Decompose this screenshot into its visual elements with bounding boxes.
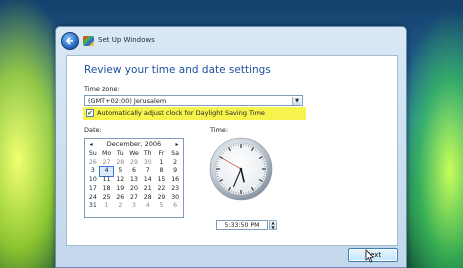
timezone-label: Time zone:	[84, 85, 120, 93]
calendar-day[interactable]: 28	[113, 159, 127, 168]
timezone-select[interactable]: (GMT+02:00) Jerusalem ▼	[84, 95, 303, 106]
calendar-day-of-week: Th	[143, 150, 152, 157]
analog-clock	[209, 137, 273, 201]
dst-label[interactable]: Automatically adjust clock for Daylight …	[97, 109, 265, 117]
calendar-day[interactable]: 20	[127, 185, 141, 194]
timezone-value: (GMT+02:00) Jerusalem	[88, 97, 167, 105]
windows-logo-icon	[83, 36, 94, 46]
calendar-day[interactable]: 22	[155, 185, 169, 194]
time-input[interactable]: 5:33:50 PM	[216, 220, 268, 230]
calendar-day[interactable]: 2	[168, 159, 182, 168]
calendar-day[interactable]: 27	[100, 159, 114, 168]
previous-month-icon[interactable]: ◂	[86, 139, 96, 150]
calendar-day[interactable]: 4	[98, 166, 115, 178]
calendar-day[interactable]: 14	[141, 176, 155, 185]
calendar-month-year: December, 2006	[106, 140, 162, 148]
title-bar: Set Up Windows	[56, 27, 406, 55]
page-heading: Review your time and date settings	[84, 64, 271, 76]
calendar-day[interactable]: 1	[100, 202, 114, 211]
calendar-day[interactable]: 30	[141, 159, 155, 168]
dst-checkbox[interactable]: ✔	[86, 109, 94, 117]
calendar-day[interactable]: 9	[168, 167, 182, 176]
time-label: Time:	[210, 126, 229, 134]
calendar-day[interactable]: 12	[113, 176, 127, 185]
calendar-grid: Su Mo Tu We Th Fr Sa 26 27 28 29 30 1 2 3 4 5 6 7 8 9 10 11 12 1…	[85, 150, 183, 211]
next-month-icon[interactable]: ▸	[172, 139, 182, 150]
chevron-down-icon[interactable]: ▼	[292, 97, 301, 105]
calendar-day[interactable]: 2	[113, 202, 127, 211]
back-arrow-icon	[65, 37, 73, 45]
calendar-day[interactable]: 30	[168, 194, 182, 203]
calendar-day[interactable]: 4	[141, 202, 155, 211]
calendar-day-of-week: Sa	[171, 150, 179, 157]
calendar-day-of-week: Mo	[102, 150, 112, 157]
calendar-day[interactable]: 26	[86, 159, 100, 168]
calendar-day[interactable]: 28	[141, 194, 155, 203]
calendar-day[interactable]: 10	[86, 176, 100, 185]
calendar-day[interactable]: 26	[113, 194, 127, 203]
content-panel: Review your time and date settings Time …	[66, 55, 398, 246]
calendar-day[interactable]: 5	[113, 167, 127, 176]
calendar-day[interactable]: 25	[100, 194, 114, 203]
calendar-day[interactable]: 3	[127, 202, 141, 211]
calendar-day-of-week: Tu	[116, 150, 124, 157]
calendar-day[interactable]: 17	[86, 185, 100, 194]
calendar-day-of-week: We	[129, 150, 139, 157]
back-button[interactable]	[61, 32, 79, 50]
time-spinner[interactable]: ▲ ▼	[269, 220, 277, 230]
calendar-day[interactable]: 16	[168, 176, 182, 185]
window-title: Set Up Windows	[98, 36, 155, 44]
calendar-day[interactable]: 24	[86, 194, 100, 203]
calendar-day[interactable]: 13	[127, 176, 141, 185]
calendar-day[interactable]: 6	[127, 167, 141, 176]
date-label: Date:	[84, 126, 102, 134]
calendar-day[interactable]: 19	[113, 185, 127, 194]
calendar-day[interactable]: 5	[155, 202, 169, 211]
calendar-day[interactable]: 27	[127, 194, 141, 203]
calendar-day[interactable]: 3	[86, 167, 100, 176]
calendar-day[interactable]: 18	[100, 185, 114, 194]
calendar-day[interactable]: 31	[86, 202, 100, 211]
calendar-day[interactable]: 21	[141, 185, 155, 194]
calendar-day[interactable]: 15	[155, 176, 169, 185]
calendar-day-of-week: Fr	[158, 150, 165, 157]
calendar-day[interactable]: 1	[155, 159, 169, 168]
calendar-day[interactable]: 29	[155, 194, 169, 203]
setup-window: Set Up Windows Review your time and date…	[55, 26, 407, 268]
calendar-day[interactable]: 23	[168, 185, 182, 194]
calendar: ◂ December, 2006 ▸ Su Mo Tu We Th Fr Sa 26 27 28 2…	[84, 138, 184, 218]
calendar-day[interactable]: 29	[127, 159, 141, 168]
calendar-day[interactable]: 11	[100, 176, 114, 185]
calendar-day[interactable]: 7	[141, 167, 155, 176]
calendar-day-of-week: Su	[88, 150, 97, 157]
calendar-day[interactable]: 6	[168, 202, 182, 211]
calendar-header: ◂ December, 2006 ▸	[85, 139, 183, 150]
calendar-day[interactable]: 8	[155, 167, 169, 176]
mouse-pointer-icon	[365, 249, 374, 263]
